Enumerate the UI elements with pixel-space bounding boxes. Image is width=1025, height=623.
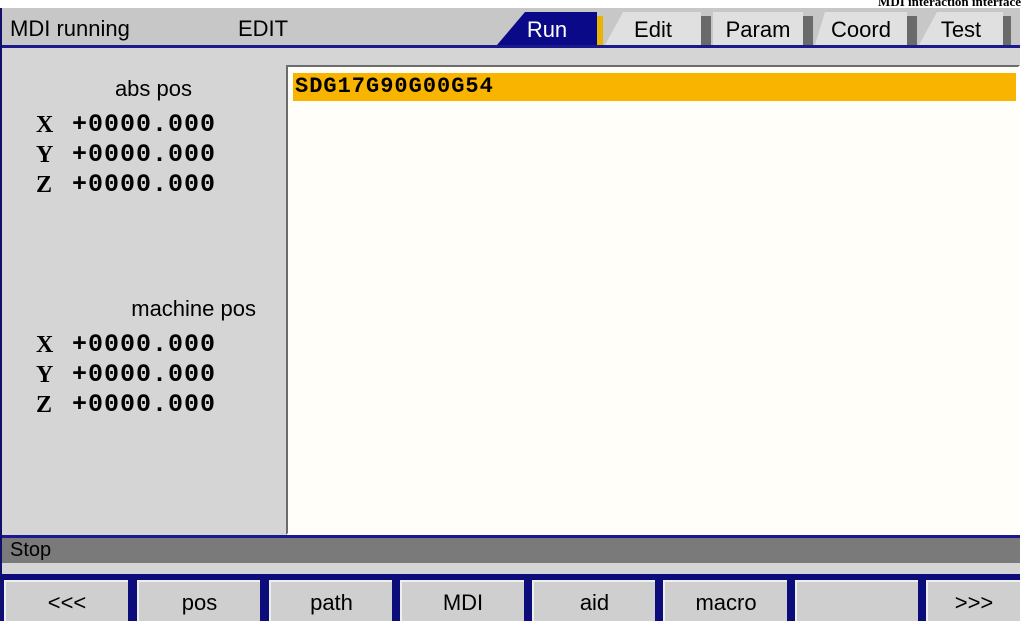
machine-axis-y-label: Y [36, 362, 54, 388]
tab-test[interactable]: Test [919, 12, 1003, 45]
run-mode-label: MDI running [10, 16, 130, 41]
abs-axis-z-value: +0000.000 [72, 170, 217, 199]
machine-pos-title: machine pos [131, 296, 256, 321]
current-program-line[interactable]: SDG17G90G00G54 [293, 73, 1016, 101]
abs-axis-y-value: +0000.000 [72, 140, 217, 169]
machine-axis-x-label: X [36, 332, 54, 358]
softkey-blank[interactable] [795, 580, 918, 621]
cnc-screen: MDI running EDIT Run Edit Param Coord Te… [0, 8, 1020, 621]
softkey-mdi[interactable]: MDI [400, 580, 524, 621]
machine-axis-x-value: +0000.000 [72, 330, 217, 359]
machine-state-message: Stop [10, 539, 52, 561]
softkey-pos[interactable]: pos [137, 580, 260, 621]
tab-separator [597, 16, 603, 45]
abs-axis-x-label: X [36, 112, 54, 138]
abs-axis-x-value: +0000.000 [72, 110, 217, 139]
tab-separator [701, 16, 711, 45]
tab-param[interactable]: Param [713, 12, 803, 45]
window-caption: MDI interaction interface [878, 0, 1021, 8]
softkey-macro[interactable]: macro [663, 580, 787, 621]
tab-edit[interactable]: Edit [605, 12, 701, 45]
tab-coord[interactable]: Coord [815, 12, 907, 45]
abs-pos-title: abs pos [114, 76, 192, 101]
status-bar: MDI running EDIT Run Edit Param Coord Te… [2, 8, 1020, 48]
machine-axis-y-value: +0000.000 [72, 360, 217, 389]
tab-separator [1003, 16, 1011, 45]
position-panel: abs pos X +0000.000 Y +0000.000 Z +0000.… [2, 56, 282, 526]
abs-axis-y-label: Y [36, 142, 54, 168]
tab-run[interactable]: Run [497, 12, 597, 45]
softkey-next-page[interactable]: >>> [926, 580, 1020, 621]
tab-separator [907, 16, 917, 45]
softkey-bar: <<< pos path MDI aid macro >>> [2, 574, 1020, 621]
softkey-path[interactable]: path [269, 580, 392, 621]
mdi-program-editor[interactable]: SDG17G90G00G54 [286, 65, 1020, 535]
edit-mode-label: EDIT [238, 16, 289, 41]
message-bar: Stop [2, 535, 1020, 563]
abs-axis-z-label: Z [36, 172, 53, 198]
machine-axis-z-label: Z [36, 392, 53, 418]
machine-axis-z-value: +0000.000 [72, 390, 217, 419]
softkey-prev-page[interactable]: <<< [4, 580, 128, 621]
tab-separator [803, 16, 813, 45]
softkey-aid[interactable]: aid [532, 580, 655, 621]
